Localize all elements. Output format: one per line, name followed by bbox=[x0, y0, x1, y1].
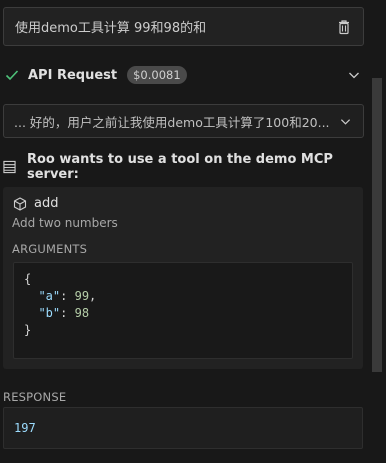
user-message-text: 使用demo工具计算 99和98的和 bbox=[15, 21, 207, 36]
reasoning-text: ... 好的，用户之前让我使用demo工具计算了100和20... bbox=[14, 114, 330, 130]
code-line: { bbox=[24, 271, 352, 288]
json-key-a: "a" bbox=[38, 289, 61, 303]
response-label: RESPONSE bbox=[3, 390, 67, 404]
json-brace-close: } bbox=[24, 323, 32, 337]
user-message: 使用demo工具计算 99和98的和 bbox=[3, 7, 364, 46]
json-value-a: 99 bbox=[74, 289, 90, 303]
tool-use-header: Roo wants to use a tool on the demo MCP … bbox=[3, 152, 363, 182]
chevron-down-icon[interactable] bbox=[340, 116, 351, 127]
cube-icon bbox=[13, 196, 27, 211]
tool-description: Add two numbers bbox=[12, 216, 118, 230]
server-icon bbox=[3, 160, 16, 174]
json-value-b: 98 bbox=[74, 306, 90, 320]
code-line: } bbox=[24, 322, 352, 339]
tool-use-header-text: Roo wants to use a tool on the demo MCP … bbox=[26, 152, 333, 182]
check-icon bbox=[5, 70, 19, 81]
trash-icon[interactable] bbox=[337, 19, 351, 35]
arguments-label: ARGUMENTS bbox=[12, 242, 88, 256]
reasoning-collapsed[interactable]: ... 好的，用户之前让我使用demo工具计算了100和20... bbox=[3, 104, 364, 138]
tool-name: add bbox=[34, 196, 59, 211]
arguments-code: { "a": 99, "b": 98 } bbox=[13, 262, 353, 359]
api-request-row[interactable]: API Request $0.0081 bbox=[4, 63, 364, 87]
scrollbar-thumb[interactable] bbox=[372, 78, 382, 372]
response-box: 197 bbox=[3, 407, 363, 449]
api-request-title: API Request bbox=[28, 67, 118, 83]
chevron-down-icon[interactable] bbox=[348, 69, 360, 81]
cost-badge: $0.0081 bbox=[127, 66, 187, 84]
json-key-b: "b" bbox=[38, 306, 61, 320]
tool-name-row: add bbox=[13, 196, 58, 211]
tool-card: add Add two numbers ARGUMENTS { "a": 99,… bbox=[3, 187, 363, 369]
code-line: "b": 98 bbox=[38, 306, 90, 320]
json-brace-open: { bbox=[24, 272, 32, 286]
code-line: "a": 99, bbox=[38, 289, 97, 303]
response-value: 197 bbox=[14, 421, 36, 435]
